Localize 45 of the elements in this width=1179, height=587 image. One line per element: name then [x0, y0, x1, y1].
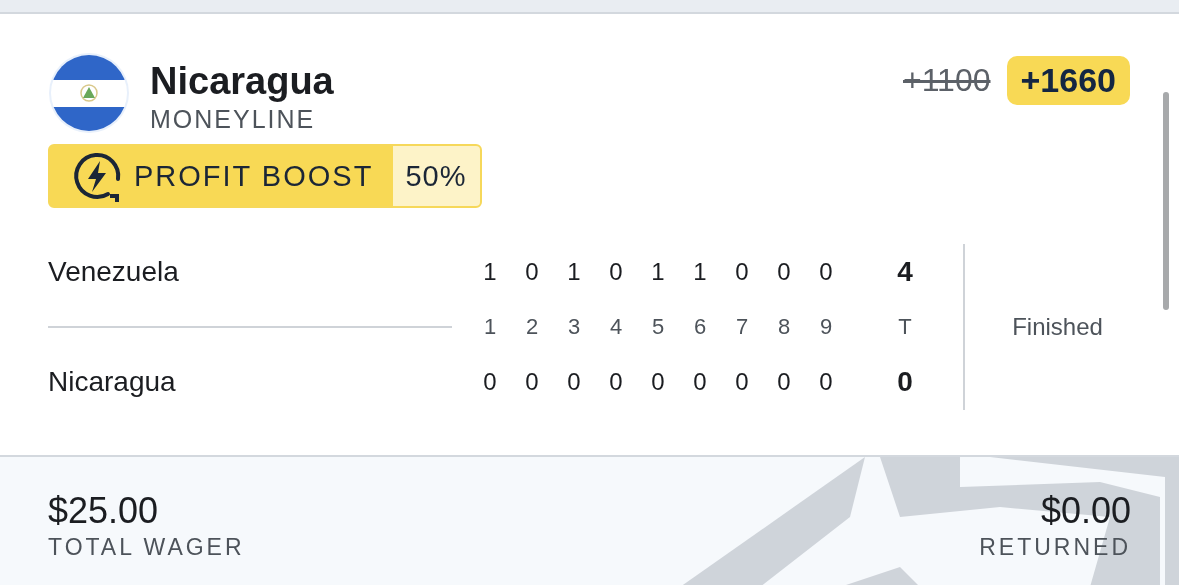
- team-name: Venezuela: [48, 256, 180, 288]
- inning-number: 3: [566, 314, 582, 340]
- inning-score: 0: [608, 258, 624, 286]
- inning-score: 0: [482, 368, 498, 396]
- inning-score: 1: [482, 258, 498, 286]
- boost-label: PROFIT BOOST: [134, 159, 374, 193]
- team-name: Nicaragua: [48, 366, 177, 398]
- inning-score: 0: [818, 258, 834, 286]
- inning-score: 0: [734, 368, 750, 396]
- inning-score: 0: [818, 368, 834, 396]
- inning-score: 1: [692, 258, 708, 286]
- inning-score: 0: [608, 368, 624, 396]
- inning-score: 0: [776, 368, 792, 396]
- inning-score: 0: [692, 368, 708, 396]
- inning-number: 5: [650, 314, 666, 340]
- inning-number: 9: [818, 314, 834, 340]
- boost-percent: 50%: [393, 146, 481, 206]
- original-odds: +1100: [903, 61, 991, 99]
- inning-number: 4: [608, 314, 624, 340]
- inning-number: 1: [482, 314, 498, 340]
- inning-score: 1: [566, 258, 582, 286]
- inning-number: 2: [524, 314, 540, 340]
- inning-score: 0: [650, 368, 666, 396]
- total-score: 0: [896, 366, 914, 398]
- inning-score: 1: [650, 258, 666, 286]
- team-name: Nicaragua: [150, 59, 334, 104]
- inning-score: 0: [524, 368, 540, 396]
- total-score: 4: [896, 256, 914, 288]
- inning-number: 7: [734, 314, 750, 340]
- market-label: MONEYLINE: [150, 104, 317, 134]
- wager-label: TOTAL WAGER: [48, 533, 245, 561]
- game-status: Finished: [1012, 313, 1103, 341]
- inning-score: 0: [524, 258, 540, 286]
- boosted-odds: +1660: [1006, 55, 1130, 105]
- inning-score: 0: [776, 258, 792, 286]
- inning-score: 0: [734, 258, 750, 286]
- flag-icon: [48, 52, 130, 134]
- inning-score: 0: [566, 368, 582, 396]
- returned-amount: $0.00: [1040, 489, 1131, 533]
- inning-number: 8: [776, 314, 792, 340]
- scrollbar[interactable]: [1163, 92, 1169, 310]
- inning-number: 6: [692, 314, 708, 340]
- wager-amount: $25.00: [48, 489, 159, 533]
- returned-label: RETURNED: [979, 533, 1131, 561]
- total-header: T: [897, 314, 913, 340]
